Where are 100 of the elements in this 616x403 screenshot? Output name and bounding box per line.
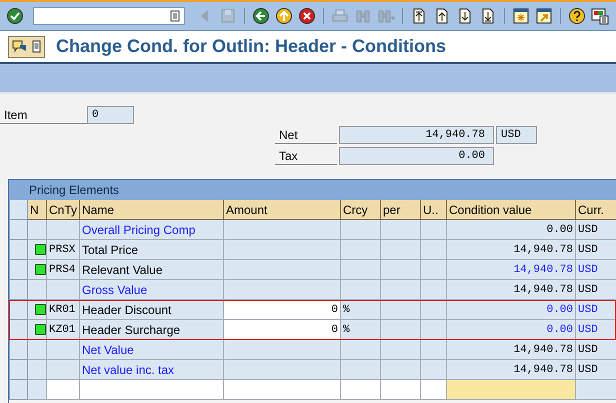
row-selector[interactable] <box>9 380 28 400</box>
table-cell <box>381 220 421 240</box>
table-cell <box>341 340 381 360</box>
table-cell <box>381 380 421 400</box>
column-header[interactable]: Curr. <box>576 200 616 220</box>
shortcut-icon[interactable] <box>535 7 553 25</box>
table-cell <box>381 300 421 320</box>
table-cell <box>381 340 421 360</box>
table-cell <box>341 360 381 380</box>
status-cell <box>28 380 47 400</box>
table-cell <box>47 380 80 400</box>
table-cell <box>47 340 80 360</box>
row-selector[interactable] <box>9 280 28 300</box>
table-cell: USD <box>576 280 616 300</box>
section-title: Pricing Elements <box>29 183 120 197</box>
column-header[interactable]: CnTy <box>47 200 80 220</box>
row-selector[interactable] <box>9 260 28 280</box>
table-cell: 14,940.78 <box>447 360 576 380</box>
field-label: Tax <box>275 149 337 165</box>
amount-field[interactable]: 14,940.78 <box>339 126 494 144</box>
row-selector[interactable] <box>9 300 28 320</box>
column-header[interactable]: Crcy <box>341 200 381 220</box>
table-cell: % <box>341 320 381 340</box>
amount-field[interactable]: 0.00 <box>339 147 494 165</box>
table-cell[interactable]: Net value inc. tax <box>80 360 224 380</box>
status-cell <box>28 360 47 380</box>
column-header[interactable]: Condition value <box>447 200 576 220</box>
table-cell: 14,940.78 <box>447 260 576 280</box>
table-cell: USD <box>576 300 616 320</box>
layout-icon[interactable] <box>591 7 609 25</box>
table-cell <box>421 240 447 260</box>
amount-cell[interactable]: 0 <box>224 300 341 320</box>
table-cell: USD <box>576 220 616 240</box>
column-header[interactable]: N <box>28 200 47 220</box>
table-cell <box>341 280 381 300</box>
table-cell <box>341 260 381 280</box>
table-cell <box>381 240 421 260</box>
table-cell: USD <box>576 320 616 340</box>
table-cell <box>47 360 80 380</box>
table-cell: % <box>341 300 381 320</box>
back-icon[interactable] <box>252 7 270 25</box>
table-cell[interactable]: Net Value <box>80 340 224 360</box>
command-field[interactable] <box>33 7 185 25</box>
column-header[interactable]: Name <box>80 200 224 220</box>
table-cell: KZ01 <box>47 320 80 340</box>
row-selector[interactable] <box>9 340 28 360</box>
table-cell: USD <box>576 260 616 280</box>
table-cell: 0.00 <box>447 320 576 340</box>
table-cell <box>421 320 447 340</box>
column-header[interactable]: U.. <box>421 200 447 220</box>
window-title: Change Cond. for Outlin: Header - Conditions <box>56 36 446 57</box>
table-cell <box>421 220 447 240</box>
check-icon[interactable] <box>6 7 24 25</box>
table-cell <box>421 300 447 320</box>
row-selector[interactable] <box>9 240 28 260</box>
table-cell <box>381 280 421 300</box>
table-cell <box>47 280 80 300</box>
amount-cell[interactable]: 0 <box>224 320 341 340</box>
help-icon[interactable] <box>568 7 586 25</box>
table-cell <box>47 220 80 240</box>
table-cell <box>381 360 421 380</box>
row-selector[interactable] <box>9 360 28 380</box>
select-all-button[interactable] <box>9 200 28 220</box>
table-cell: 0.00 <box>447 300 576 320</box>
table-cell[interactable]: Overall Pricing Comp <box>80 220 224 240</box>
table-cell: Relevant Value <box>80 260 224 280</box>
table-cell <box>341 240 381 260</box>
table-cell: 14,940.78 <box>447 340 576 360</box>
table-cell <box>421 340 447 360</box>
table-cell: 0.00 <box>447 220 576 240</box>
table-cell <box>341 220 381 240</box>
table-cell: PRSX <box>47 240 80 260</box>
table-cell: USD <box>576 340 616 360</box>
cancel-icon[interactable] <box>298 7 316 25</box>
column-header[interactable]: Amount <box>224 200 341 220</box>
currency-field[interactable]: USD <box>496 126 537 144</box>
table-cell <box>381 260 421 280</box>
field-label: Net <box>275 128 337 144</box>
new-window-icon[interactable] <box>512 7 530 25</box>
table-cell: USD <box>576 240 616 260</box>
document-icon[interactable] <box>32 40 41 53</box>
amount-cell[interactable] <box>224 380 341 400</box>
table-cell <box>421 380 447 400</box>
table-cell <box>341 380 381 400</box>
display-change-icon[interactable] <box>12 40 28 54</box>
table-cell: USD <box>576 360 616 380</box>
table-cell <box>421 260 447 280</box>
table-cell: Header Discount <box>80 300 224 320</box>
table-cell <box>421 360 447 380</box>
table-cell: KR01 <box>47 300 80 320</box>
column-header[interactable]: per <box>381 200 421 220</box>
table-cell <box>421 280 447 300</box>
item-field[interactable]: 0 <box>87 106 134 124</box>
table-cell: 14,940.78 <box>447 240 576 260</box>
row-selector[interactable] <box>9 320 28 340</box>
table-cell[interactable]: Gross Value <box>80 280 224 300</box>
table-cell: 14,940.78 <box>447 280 576 300</box>
row-selector[interactable] <box>9 220 28 240</box>
table-cell: PRS4 <box>47 260 80 280</box>
dropdown-icon[interactable] <box>170 10 180 22</box>
